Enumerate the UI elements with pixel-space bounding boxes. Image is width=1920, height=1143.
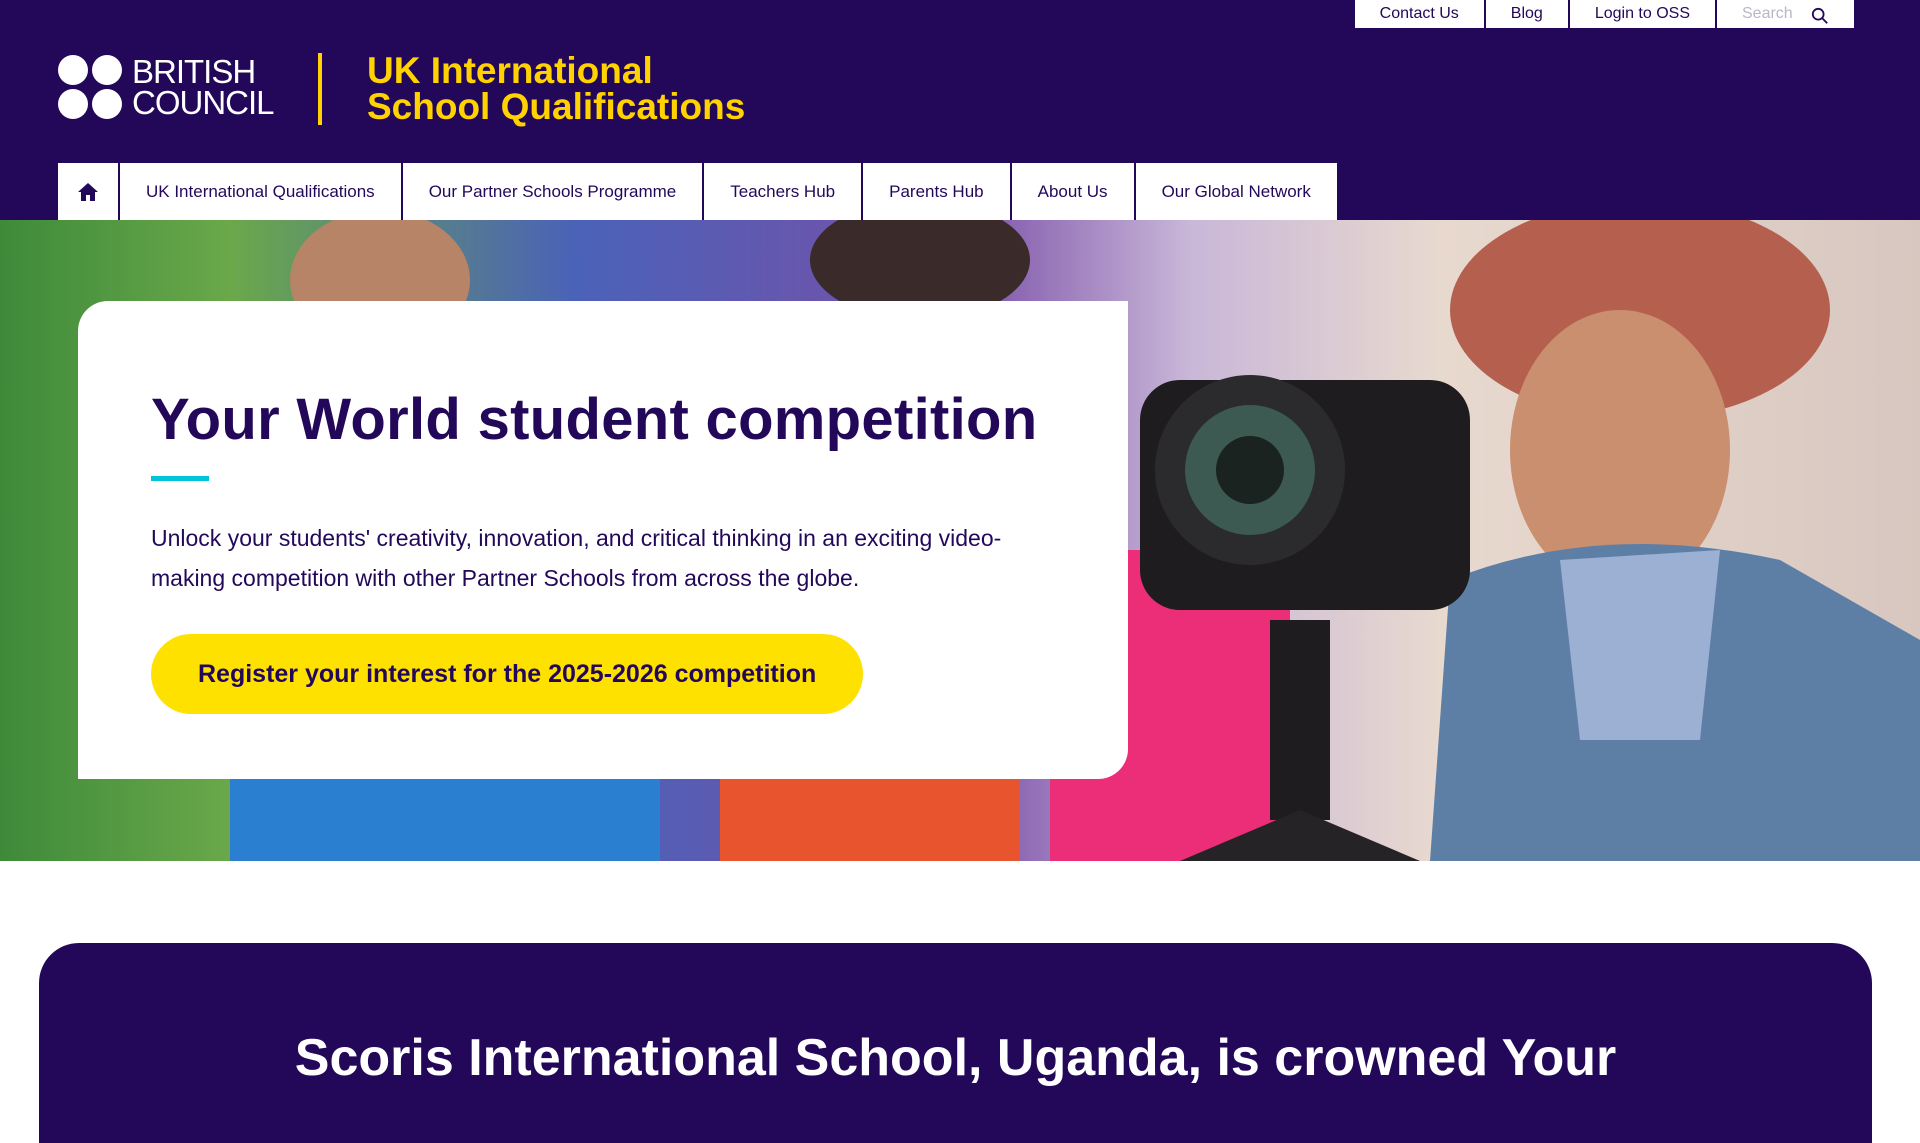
nav-uk-international-qualifications[interactable]: UK International Qualifications (120, 163, 401, 220)
search-box[interactable]: Search (1717, 0, 1854, 28)
nav-teachers-hub[interactable]: Teachers Hub (704, 163, 862, 220)
announcement-title: Scoris International School, Uganda, is … (294, 1029, 1617, 1087)
home-icon (78, 182, 98, 201)
login-oss-link[interactable]: Login to OSS (1569, 0, 1715, 28)
main-nav: UK International Qualifications Our Part… (58, 163, 1337, 220)
logo-divider (318, 53, 322, 125)
search-icon[interactable] (1811, 7, 1829, 25)
logo-line-2: COUNCIL (132, 84, 275, 121)
site-title-line-2: School Qualifications (367, 86, 746, 127)
hero-card: Your World student competition Unlock yo… (78, 301, 1128, 779)
nav-home[interactable] (58, 163, 118, 220)
site-title[interactable]: UK International School Qualifications (367, 50, 746, 127)
title-underline (151, 476, 209, 481)
announcement-banner: Scoris International School, Uganda, is … (39, 943, 1872, 1143)
blog-link[interactable]: Blog (1485, 0, 1568, 28)
logo-dots-icon (58, 55, 122, 119)
nav-partner-schools-programme[interactable]: Our Partner Schools Programme (402, 163, 703, 220)
logo-wordmark: BRITISH COUNCIL (132, 53, 275, 121)
contact-us-link[interactable]: Contact Us (1354, 0, 1484, 28)
nav-parents-hub[interactable]: Parents Hub (863, 163, 1010, 220)
hero-title: Your World student competition (151, 387, 1038, 452)
nav-global-network[interactable]: Our Global Network (1135, 163, 1337, 220)
nav-about-us[interactable]: About Us (1011, 163, 1134, 220)
site-title-line-1: UK International (367, 50, 653, 91)
hero-description: Unlock your students' creativity, innova… (151, 525, 1002, 591)
logo-line-1: BRITISH (132, 53, 256, 90)
register-interest-button[interactable]: Register your interest for the 2025-2026… (151, 634, 864, 714)
search-placeholder: Search (1742, 5, 1793, 22)
british-council-logo[interactable]: BRITISH COUNCIL (58, 53, 275, 121)
utility-nav: Contact Us Blog Login to OSS Search (1354, 0, 1854, 28)
site-header: Contact Us Blog Login to OSS Search BRIT… (0, 0, 1920, 220)
hero-banner: Your World student competition Unlock yo… (0, 220, 1920, 861)
